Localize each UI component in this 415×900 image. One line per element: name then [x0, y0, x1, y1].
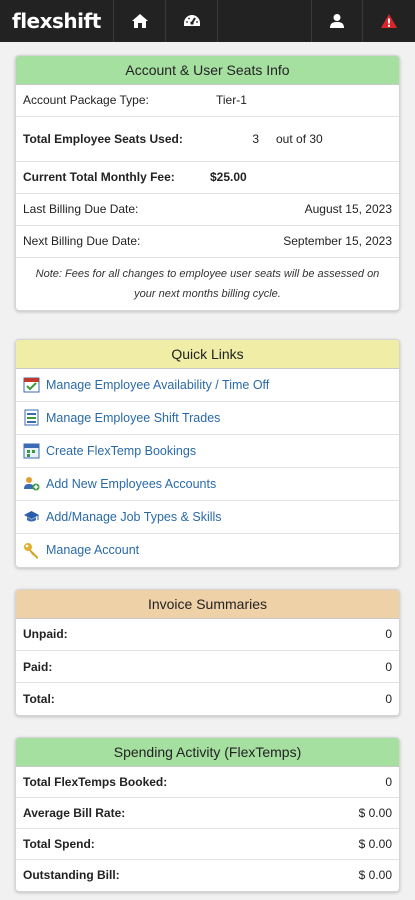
billing-note: Note: Fees for all changes to employee u… — [35, 267, 380, 300]
table-row: Last Billing Due Date: August 15, 2023 — [16, 193, 399, 226]
dashboard-icon — [183, 15, 200, 26]
spending-activity-title: Spending Activity (FlexTemps) — [16, 737, 399, 767]
quick-link-manage-account[interactable]: Manage Account — [16, 534, 399, 567]
seats-total-value: out of 30 — [266, 116, 399, 162]
package-type-label: Account Package Type: — [16, 85, 206, 117]
paid-value: 0 — [299, 650, 399, 683]
top-navbar: flexshift — [0, 0, 415, 42]
table-row: Current Total Monthly Fee: $25.00 — [16, 161, 399, 194]
quick-link-flextemp-bookings[interactable]: Create FlexTemp Bookings — [16, 435, 399, 468]
user-icon — [330, 14, 344, 28]
quick-link-label: Manage Employee Shift Trades — [46, 410, 221, 425]
quick-link-label: Add/Manage Job Types & Skills — [46, 509, 222, 524]
total-spend-value: $ 0.00 — [310, 828, 399, 860]
table-row: Unpaid: 0 — [16, 618, 399, 651]
invoice-summaries-title: Invoice Summaries — [16, 589, 399, 619]
table-row: Total Spend: $ 0.00 — [16, 828, 399, 860]
quick-link-availability[interactable]: Manage Employee Availability / Time Off — [16, 369, 399, 402]
flextemps-booked-label: Total FlexTemps Booked: — [16, 766, 311, 798]
invoice-table: Unpaid: 0 Paid: 0 Total: 0 — [16, 618, 399, 715]
home-icon — [131, 14, 148, 28]
account-seats-panel: Account & User Seats Info Account Packag… — [15, 55, 400, 311]
user-button[interactable] — [311, 0, 363, 42]
table-row: Account Package Type: Tier-1 — [16, 85, 399, 117]
table-row: Next Billing Due Date: September 15, 202… — [16, 225, 399, 258]
quick-link-job-types[interactable]: Add/Manage Job Types & Skills — [16, 501, 399, 534]
last-billing-value: August 15, 2023 — [206, 193, 399, 226]
total-spend-label: Total Spend: — [16, 828, 311, 860]
next-billing-label: Next Billing Due Date: — [16, 225, 206, 258]
table-row: Outstanding Bill: $ 0.00 — [16, 860, 399, 891]
outstanding-bill-label: Outstanding Bill: — [23, 868, 120, 883]
quick-link-shift-trades[interactable]: Manage Employee Shift Trades — [16, 402, 399, 435]
monthly-fee-value: $25.00 — [206, 161, 399, 194]
total-label: Total: — [23, 691, 55, 706]
graduation-cap-icon — [22, 508, 40, 526]
package-type-value: Tier-1 — [206, 85, 399, 117]
seats-used-label: Total Employee Seats Used: — [16, 116, 206, 162]
seats-used-value: 3 — [206, 116, 266, 162]
average-bill-rate-label: Average Bill Rate: — [16, 797, 311, 829]
next-billing-value: September 15, 2023 — [206, 225, 399, 258]
unpaid-label: Unpaid: — [16, 618, 300, 651]
unpaid-value: 0 — [299, 618, 399, 651]
alert-icon — [381, 14, 397, 28]
paid-label: Paid: — [16, 650, 300, 683]
navbar-spacer — [218, 0, 311, 42]
table-row: Total: 0 — [16, 683, 399, 715]
calendar-check-icon — [22, 376, 40, 394]
last-billing-label: Last Billing Due Date: — [16, 193, 206, 226]
dashboard-button[interactable] — [166, 0, 218, 42]
brand-logo[interactable]: flexshift — [0, 0, 114, 42]
quick-link-label: Manage Account — [46, 543, 140, 557]
table-row: Total FlexTemps Booked: 0 — [16, 766, 399, 798]
table-row: Paid: 0 — [16, 650, 399, 683]
invoice-summaries-panel: Invoice Summaries Unpaid: 0 Paid: 0 Tota… — [15, 588, 400, 716]
outstanding-bill-value: $ 0.00 — [358, 868, 392, 883]
table-row: Total Employee Seats Used: 3 out of 30 — [16, 116, 399, 162]
quick-link-label: Add New Employees Accounts — [46, 476, 217, 491]
key-icon — [22, 541, 40, 559]
booking-icon — [22, 442, 40, 460]
monthly-fee-label: Current Total Monthly Fee: — [16, 161, 206, 194]
spending-table: Total FlexTemps Booked: 0 Average Bill R… — [16, 766, 399, 891]
alert-button[interactable] — [363, 0, 415, 42]
table-row: Average Bill Rate: $ 0.00 — [16, 797, 399, 829]
quick-link-label: Create FlexTemp Bookings — [46, 443, 197, 458]
flextemps-booked-value: 0 — [310, 766, 399, 798]
account-table: Account Package Type: Tier-1 Total Emplo… — [16, 85, 399, 310]
home-button[interactable] — [114, 0, 166, 42]
account-panel-title: Account & User Seats Info — [16, 56, 399, 85]
quick-link-add-employees[interactable]: Add New Employees Accounts — [16, 468, 399, 501]
quick-link-label: Manage Employee Availability / Time Off — [46, 377, 270, 392]
shift-trade-icon — [22, 409, 40, 427]
total-value: 0 — [385, 691, 392, 706]
spending-activity-panel: Spending Activity (FlexTemps) Total Flex… — [15, 736, 400, 892]
table-row: Note: Fees for all changes to employee u… — [16, 257, 399, 310]
quick-links-title: Quick Links — [16, 339, 399, 369]
quick-links-panel: Quick Links Manage Employee Availability… — [15, 338, 400, 568]
add-users-icon — [22, 475, 40, 493]
average-bill-rate-value: $ 0.00 — [310, 797, 399, 829]
